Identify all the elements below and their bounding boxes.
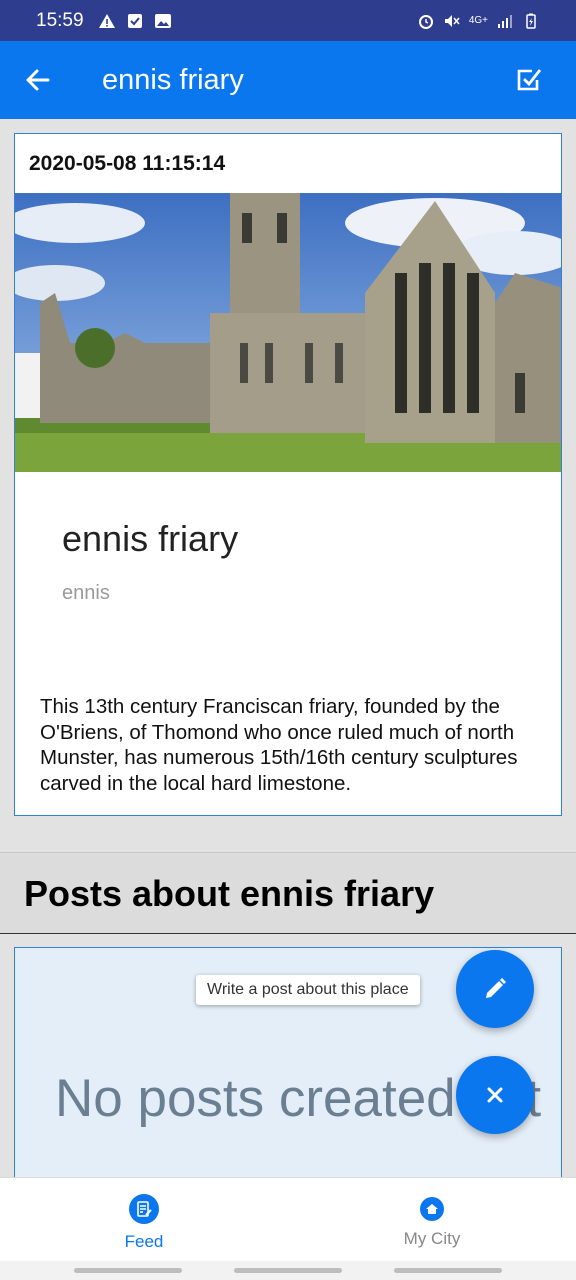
place-date: 2020-05-08 11:15:14 <box>29 152 226 175</box>
place-photo <box>15 193 561 472</box>
confirm-button[interactable] <box>507 58 551 102</box>
signal-icon <box>498 14 512 28</box>
warning-icon <box>98 13 115 28</box>
home-icon <box>420 1196 444 1221</box>
write-post-button[interactable] <box>456 950 534 1028</box>
fab-tooltip: Write a post about this place <box>196 975 420 1005</box>
status-bar: 15:59 4G+ <box>0 0 576 41</box>
place-name: ennis friary <box>62 518 239 559</box>
friary-image <box>15 193 561 472</box>
close-icon <box>487 1087 503 1103</box>
place-card: 2020-05-08 11:15:14 ennis friary ennis T… <box>14 133 562 816</box>
pencil-icon <box>486 978 506 998</box>
posts-section-header: Posts about ennis friary <box>0 852 576 934</box>
back-button[interactable] <box>16 58 60 102</box>
check-square-icon <box>517 69 542 91</box>
app-bar: ennis friary <box>0 41 576 119</box>
mute-icon <box>444 14 460 27</box>
checkbox-icon <box>127 13 142 28</box>
posts-title: Posts about ennis friary <box>24 873 435 914</box>
alarm-icon <box>418 14 433 29</box>
image-icon <box>154 13 171 28</box>
close-fab-button[interactable] <box>456 1056 534 1134</box>
bottom-nav: Feed My City <box>0 1177 576 1261</box>
feed-icon <box>129 1193 159 1224</box>
page-title: ennis friary <box>102 63 244 96</box>
status-right-icons: 4G+ <box>417 13 540 29</box>
gesture-handle-right <box>394 1268 502 1273</box>
nav-label-feed: Feed <box>124 1231 164 1251</box>
place-description: This 13th century Franciscan friary, fou… <box>40 695 518 795</box>
nav-label-my-city: My City <box>403 1228 461 1248</box>
4g-icon: 4G+ <box>468 15 488 26</box>
nav-item-my-city[interactable]: My City <box>288 1178 576 1261</box>
nav-item-feed[interactable]: Feed <box>0 1178 288 1261</box>
arrow-left-icon <box>26 69 50 91</box>
place-city: ennis <box>62 582 110 604</box>
status-left-icons <box>98 13 172 29</box>
gesture-bar <box>0 1261 576 1280</box>
gesture-handle-center[interactable] <box>234 1268 342 1273</box>
gesture-handle-left <box>74 1268 182 1273</box>
battery-icon <box>526 13 536 29</box>
status-time: 15:59 <box>36 9 84 31</box>
